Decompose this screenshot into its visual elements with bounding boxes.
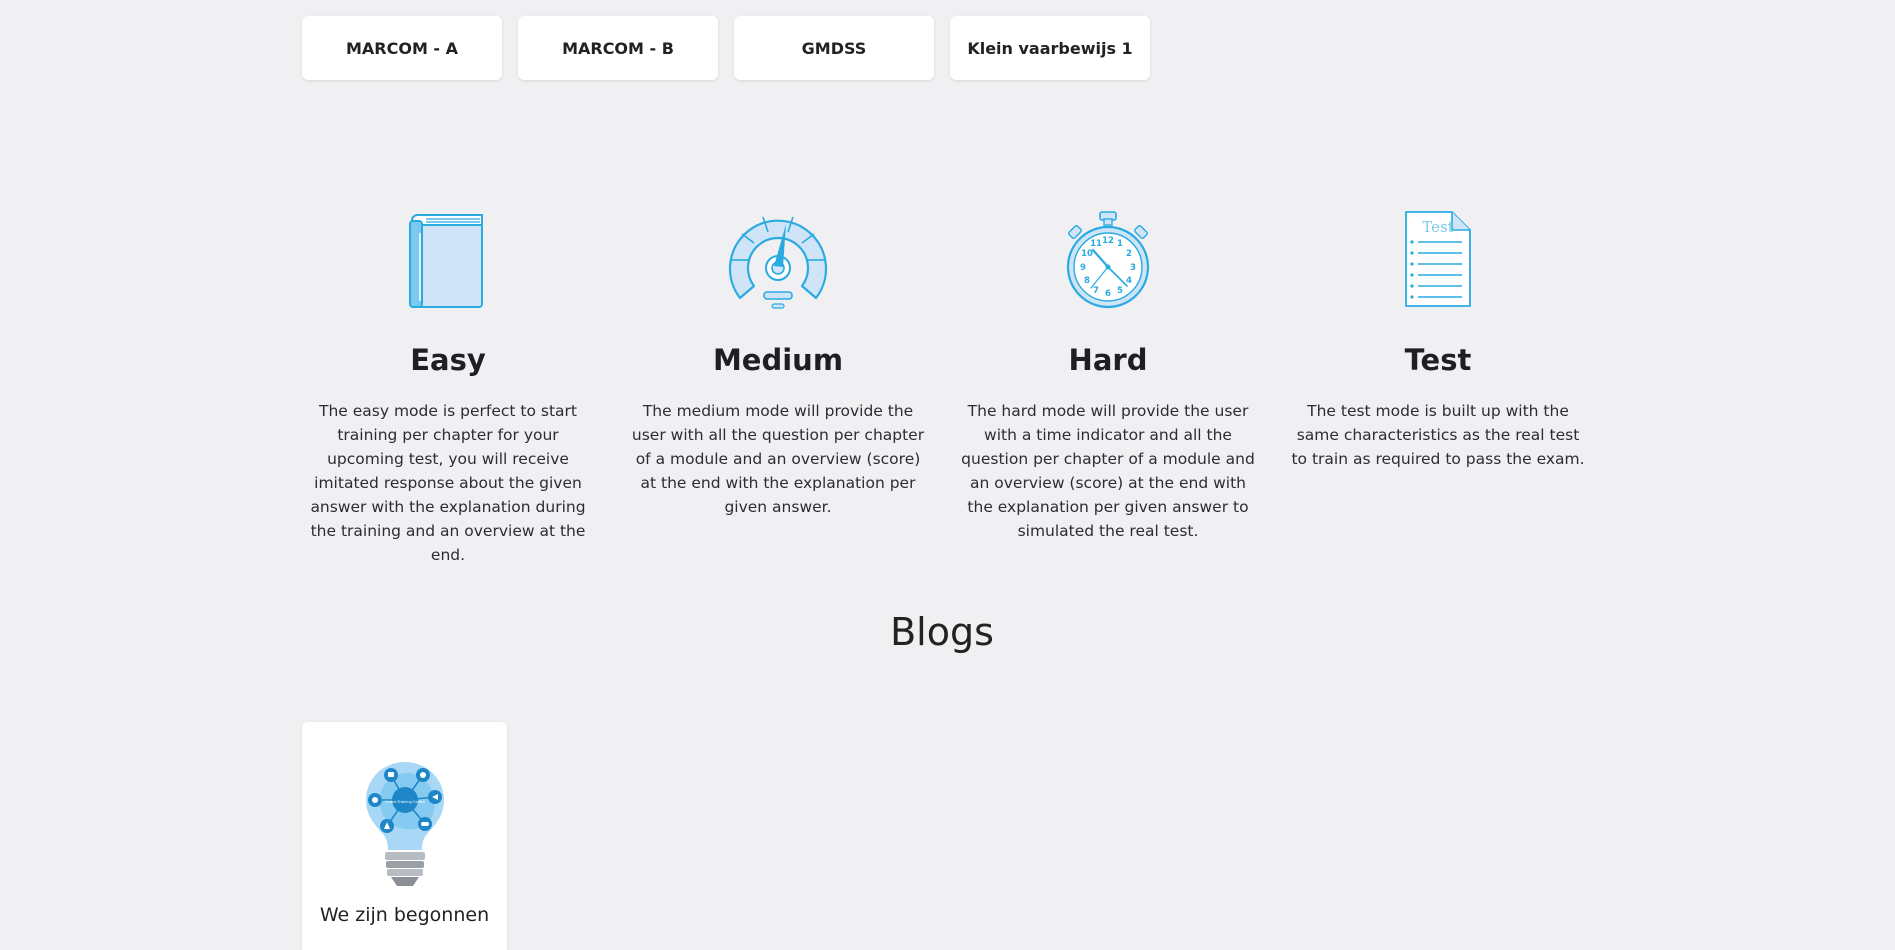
clock-number: 4 — [1126, 276, 1132, 286]
speedometer-icon — [628, 210, 928, 310]
mode-test: Test Test The test mode is built up with… — [1288, 210, 1588, 567]
stopwatch-icon: 12 1 2 3 4 5 6 7 8 9 10 11 — [958, 210, 1258, 310]
mode-hard: 12 1 2 3 4 5 6 7 8 9 10 11 Hard The hard… — [958, 210, 1258, 567]
module-button-marcom-a[interactable]: MARCOM - A — [302, 16, 502, 80]
clock-number: 3 — [1130, 263, 1136, 273]
clock-number: 10 — [1081, 249, 1093, 259]
mode-description: The hard mode will provide the user with… — [961, 402, 1255, 540]
page: MARCOM - A MARCOM - B GMDSS Klein vaarbe… — [0, 0, 1895, 950]
test-doc-label: Test — [1422, 218, 1453, 236]
mode-title: Medium — [712, 343, 844, 377]
modes-section: Easy The easy mode is perfect to start t… — [298, 210, 1588, 567]
clock-number: 1 — [1117, 239, 1123, 249]
module-button-gmdss[interactable]: GMDSS — [734, 16, 934, 80]
lightbulb-icon: Online Training Centre — [302, 760, 507, 888]
mode-description: The easy mode is perfect to start traini… — [310, 402, 586, 564]
module-button-marcom-b[interactable]: MARCOM - B — [518, 16, 718, 80]
clock-number: 9 — [1080, 263, 1086, 273]
clock-number: 11 — [1090, 239, 1102, 249]
module-nav: MARCOM - A MARCOM - B GMDSS Klein vaarbe… — [302, 16, 1150, 80]
clock-number: 5 — [1117, 286, 1123, 296]
mode-title: Easy — [410, 343, 486, 377]
clock-number: 7 — [1093, 286, 1099, 296]
clock-number: 2 — [1126, 249, 1132, 259]
test-document-icon: Test — [1288, 210, 1588, 310]
module-button-klein-vaarbewijs-1[interactable]: Klein vaarbewijs 1 — [950, 16, 1150, 80]
mode-medium: Medium The medium mode will provide the … — [628, 210, 928, 567]
book-icon — [298, 210, 598, 310]
bulb-label: Online Training Centre — [384, 800, 425, 804]
mode-title: Test — [1404, 343, 1472, 377]
blog-title[interactable]: We zijn begonnen — [302, 904, 507, 926]
mode-title: Hard — [1068, 343, 1148, 377]
clock-number: 12 — [1102, 236, 1114, 246]
mode-description: The test mode is built up with the same … — [1291, 402, 1585, 468]
clock-number: 8 — [1084, 276, 1090, 286]
clock-number: 6 — [1105, 289, 1111, 299]
mode-easy: Easy The easy mode is perfect to start t… — [298, 210, 598, 567]
mode-description: The medium mode will provide the user wi… — [631, 402, 925, 516]
blogs-heading: Blogs — [890, 610, 994, 654]
blog-card[interactable]: Online Training Centre We zijn begonnen — [302, 722, 507, 950]
